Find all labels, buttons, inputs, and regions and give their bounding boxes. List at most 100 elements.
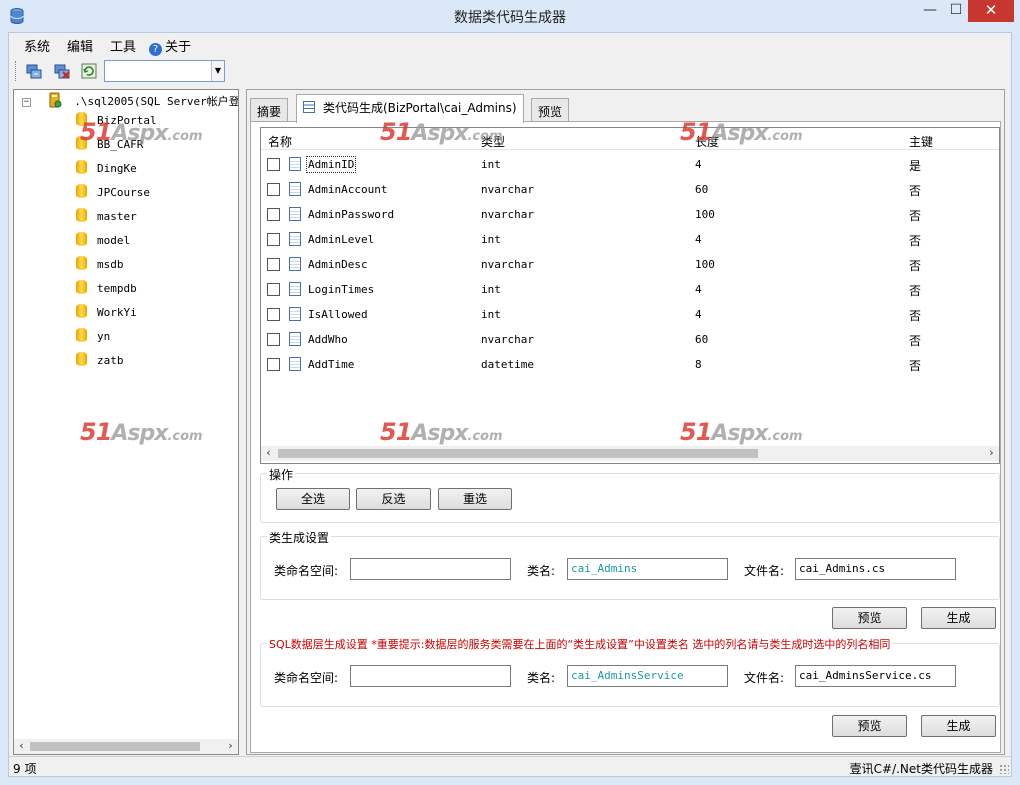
help-icon: ? (149, 43, 162, 56)
sql-preview-button[interactable]: 预览 (832, 715, 907, 737)
column-header-length[interactable]: 长度 (695, 133, 719, 150)
class-file-label: 文件名: (744, 564, 785, 578)
table-row[interactable]: AdminDesc nvarchar 100 否 (261, 252, 999, 277)
sql-file-input[interactable]: cai_AdminsService.cs (795, 665, 956, 687)
scrollbar-thumb[interactable] (278, 449, 758, 458)
cell-name: AddTime (308, 358, 355, 371)
row-checkbox[interactable] (267, 283, 280, 296)
refresh-icon[interactable] (80, 62, 98, 80)
table-row[interactable]: AdminAccount nvarchar 60 否 (261, 177, 999, 202)
tree-item-label: DingKe (97, 162, 137, 175)
scroll-right-icon[interactable]: › (223, 739, 238, 754)
class-preview-button[interactable]: 预览 (832, 607, 907, 629)
tree-item-database[interactable]: zatb (76, 352, 124, 370)
tree-item-label: zatb (97, 354, 124, 367)
tree-item-database[interactable]: yn (76, 328, 110, 346)
cell-pk: 否 (909, 309, 922, 323)
tree-root-server[interactable]: − .\sql2005(SQL Server帐户登录 (22, 92, 238, 110)
row-checkbox[interactable] (267, 258, 280, 271)
table-row[interactable]: AddTime datetime 8 否 (261, 352, 999, 377)
sql-namespace-input[interactable] (350, 665, 511, 687)
invert-selection-button[interactable]: 反选 (356, 488, 431, 510)
grid-horizontal-scrollbar[interactable]: ‹ › (261, 446, 999, 461)
scroll-right-icon[interactable]: › (984, 446, 999, 461)
sql-class-name-input[interactable]: cai_AdminsService (567, 665, 728, 687)
column-icon (289, 157, 301, 171)
menu-tools[interactable]: 工具 (110, 36, 136, 55)
class-name-label: 类名: (527, 564, 556, 578)
row-checkbox[interactable] (267, 183, 280, 196)
tree-item-database[interactable]: BizPortal (76, 112, 157, 130)
tab-page-class-codegen: 名称 类型 长度 主键 AdminID int 4 是 AdminAccount nvar… (250, 121, 1001, 753)
disconnect-server-icon[interactable] (53, 62, 71, 80)
tree-item-database[interactable]: master (76, 208, 137, 226)
tree-horizontal-scrollbar[interactable]: ‹ › (14, 739, 238, 754)
menu-about[interactable]: ? 关于 (149, 36, 191, 56)
collapse-icon[interactable]: − (22, 98, 31, 107)
class-file-input[interactable]: cai_Admins.cs (795, 558, 956, 580)
menu-edit[interactable]: 编辑 (67, 36, 93, 55)
scroll-left-icon[interactable]: ‹ (261, 446, 276, 461)
row-checkbox[interactable] (267, 358, 280, 371)
cell-type: int (481, 308, 501, 321)
table-row[interactable]: AdminLevel int 4 否 (261, 227, 999, 252)
database-icon (76, 136, 87, 150)
main-panel: 摘要 类代码生成(BizPortal\cai_Admins) 预览 名称 类型 … (246, 89, 1005, 755)
reset-selection-button[interactable]: 重选 (438, 488, 512, 510)
tree-item-database[interactable]: model (76, 232, 130, 250)
cell-type: nvarchar (481, 258, 534, 271)
resize-grip[interactable] (999, 764, 1009, 774)
tree-item-label: BizPortal (97, 114, 157, 127)
minimize-button[interactable]: — (916, 0, 944, 22)
column-icon (289, 357, 301, 371)
toolbar-combo[interactable]: ▼ (104, 60, 225, 82)
tree-item-label: msdb (97, 258, 124, 271)
tree-item-database[interactable]: WorkYi (76, 304, 137, 322)
class-namespace-input[interactable] (350, 558, 511, 580)
table-row[interactable]: IsAllowed int 4 否 (261, 302, 999, 327)
tab-class-codegen[interactable]: 类代码生成(BizPortal\cai_Admins) (296, 94, 524, 123)
connect-server-icon[interactable] (25, 62, 43, 80)
scrollbar-thumb[interactable] (30, 742, 200, 751)
database-tree[interactable]: − .\sql2005(SQL Server帐户登录 BizPortal BB_C… (13, 89, 239, 755)
maximize-button[interactable]: ☐ (944, 0, 968, 22)
tree-item-database[interactable]: DingKe (76, 160, 137, 178)
cell-pk: 否 (909, 234, 922, 248)
tree-item-database[interactable]: msdb (76, 256, 124, 274)
cell-name: LoginTimes (308, 283, 375, 296)
row-checkbox[interactable] (267, 233, 280, 246)
table-row[interactable]: AdminPassword nvarchar 100 否 (261, 202, 999, 227)
app-window: 数据类代码生成器 — ☐ ✕ 系统 编辑 工具 ? 关于 ▼ − .\sql20… (0, 0, 1020, 785)
class-name-input[interactable]: cai_Admins (567, 558, 728, 580)
column-header-name[interactable]: 名称 (268, 133, 292, 150)
columns-grid[interactable]: 名称 类型 长度 主键 AdminID int 4 是 AdminAccount nvar… (260, 127, 1000, 464)
class-generate-button[interactable]: 生成 (921, 607, 996, 629)
tab-summary[interactable]: 摘要 (250, 98, 289, 122)
table-row[interactable]: LoginTimes int 4 否 (261, 277, 999, 302)
scroll-left-icon[interactable]: ‹ (14, 739, 29, 754)
cell-type: int (481, 233, 501, 246)
column-header-type[interactable]: 类型 (481, 133, 505, 150)
row-checkbox[interactable] (267, 158, 280, 171)
toolbar-grip[interactable] (15, 61, 18, 81)
column-icon (289, 232, 301, 246)
cell-name: AdminDesc (308, 258, 368, 271)
row-checkbox[interactable] (267, 308, 280, 321)
tree-item-label: model (97, 234, 131, 247)
select-all-button[interactable]: 全选 (276, 488, 350, 510)
tab-preview[interactable]: 预览 (531, 98, 570, 122)
tree-item-database[interactable]: JPCourse (76, 184, 150, 202)
cell-length: 60 (695, 333, 709, 346)
menu-system[interactable]: 系统 (24, 36, 50, 55)
row-checkbox[interactable] (267, 208, 280, 221)
row-checkbox[interactable] (267, 333, 280, 346)
close-button[interactable]: ✕ (968, 0, 1014, 22)
sql-generate-button[interactable]: 生成 (921, 715, 996, 737)
tree-item-database[interactable]: tempdb (76, 280, 137, 298)
cell-pk: 否 (909, 184, 922, 198)
column-header-pk[interactable]: 主键 (909, 133, 933, 150)
chevron-down-icon[interactable]: ▼ (211, 61, 224, 81)
table-row[interactable]: AddWho nvarchar 60 否 (261, 327, 999, 352)
table-row[interactable]: AdminID int 4 是 (261, 152, 999, 177)
tree-item-database[interactable]: BB_CAFR (76, 136, 143, 154)
